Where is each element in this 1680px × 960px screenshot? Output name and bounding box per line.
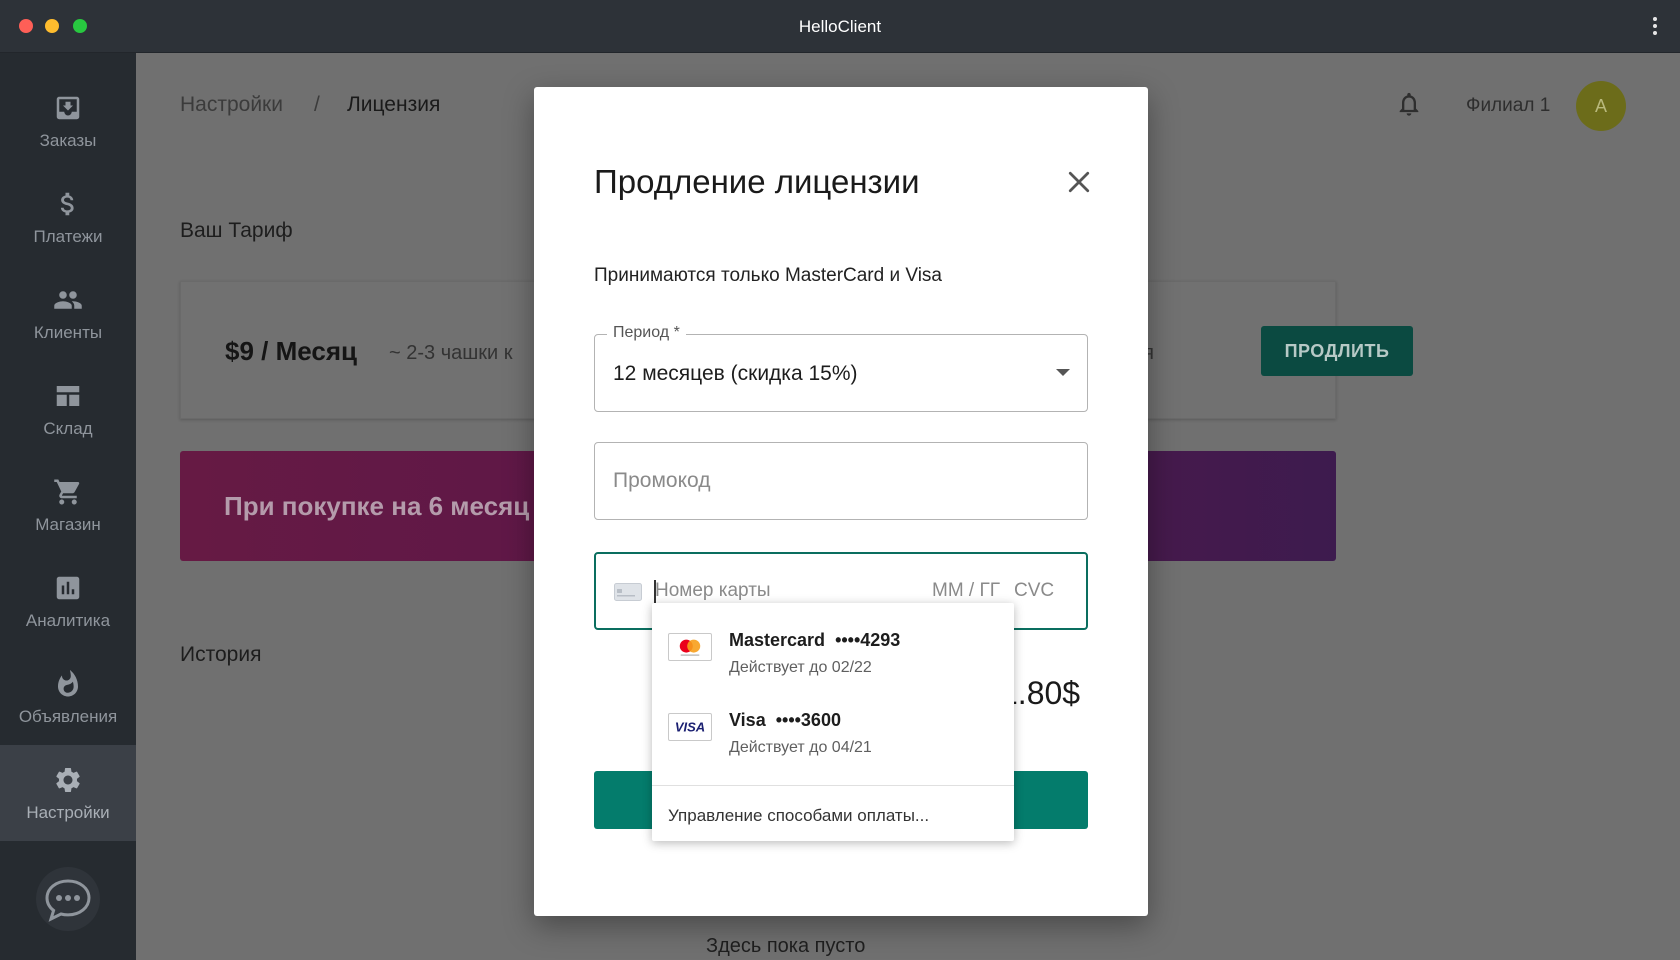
saved-card-validity: Действует до 04/21 (729, 739, 872, 756)
breadcrumb-license: Лицензия (347, 93, 441, 116)
period-value: 12 месяцев (скидка 15%) (613, 362, 858, 385)
mastercard-logo-icon (668, 633, 712, 661)
sidebar-item-label: Заказы (39, 131, 97, 150)
sidebar-item-label: Настройки (26, 803, 110, 822)
sidebar-item-warehouse[interactable]: Склад (0, 361, 136, 457)
card-cvc-placeholder[interactable]: CVC (1014, 580, 1054, 602)
inbox-download-icon (56, 96, 80, 120)
sidebar-item-label: Магазин (35, 515, 101, 534)
breadcrumb-separator: / (314, 93, 320, 116)
period-select[interactable]: Период * 12 месяцев (скидка 15%) (594, 324, 1088, 412)
history-empty-text: Здесь пока пусто (706, 935, 866, 957)
promo-code-placeholder: Промокод (613, 469, 711, 492)
sidebar-item-label: Клиенты (33, 323, 103, 342)
gear-icon (56, 768, 80, 792)
period-label: Период * (607, 324, 686, 342)
manage-payment-methods-link[interactable]: Управление способами оплаты... (668, 806, 929, 826)
saved-card-option[interactable]: Mastercard ••••4293 Действует до 02/22 (652, 603, 1014, 683)
saved-cards-autofill: Mastercard ••••4293 Действует до 02/22 V… (652, 603, 1014, 841)
autofill-divider (652, 785, 1014, 786)
sidebar-item-label: Склад (43, 419, 93, 438)
visa-logo-icon: VISA (668, 713, 712, 741)
sidebar-item-payments[interactable]: Платежи (0, 169, 136, 265)
promo-code-input[interactable]: Промокод (594, 442, 1088, 520)
people-icon (54, 291, 82, 309)
avatar[interactable]: A (1576, 81, 1626, 131)
accepted-cards-note: Принимаются только MasterCard и Visa (594, 265, 942, 286)
tariff-price: $9 / Месяц (225, 336, 357, 366)
sidebar-item-label: Аналитика (25, 611, 111, 630)
breadcrumb-settings[interactable]: Настройки (180, 93, 283, 117)
chat-button[interactable] (36, 867, 100, 931)
sidebar-item-clients[interactable]: Клиенты (0, 265, 136, 361)
dollar-icon (60, 192, 74, 216)
saved-card-validity: Действует до 02/22 (729, 659, 872, 676)
card-expiry-placeholder[interactable]: ММ / ГГ (932, 580, 1000, 602)
card-number-placeholder: Номер карты (655, 580, 771, 601)
renew-button[interactable]: ПРОДЛИТЬ (1261, 326, 1413, 376)
sidebar-item-orders[interactable]: Заказы (0, 73, 136, 169)
app-title: HelloClient (798, 17, 882, 36)
flame-icon (58, 669, 78, 697)
saved-card-brand: Visa ••••3600 (729, 710, 841, 730)
warehouse-table-icon (56, 386, 80, 406)
more-vertical-icon[interactable] (1652, 15, 1658, 37)
tariff-price-note: ~ 2-3 чашки к (389, 342, 513, 364)
sidebar-item-settings[interactable]: Настройки (0, 745, 136, 841)
dialog-title: Продление лицензии (594, 163, 920, 200)
sidebar-item-label: Объявления (18, 707, 118, 726)
bell-icon[interactable] (1395, 89, 1423, 119)
promo-banner-text: При покупке на 6 месяц (224, 491, 530, 521)
sidebar-item-analytics[interactable]: Аналитика (0, 553, 136, 649)
window-titlebar: HelloClient (0, 0, 1680, 53)
tariff-title: Ваш Тариф (180, 219, 293, 242)
svg-text:VISA: VISA (675, 720, 705, 735)
chat-bubble-icon (45, 879, 91, 922)
close-icon[interactable] (1064, 167, 1094, 197)
dropdown-arrow-icon[interactable] (1056, 369, 1070, 376)
history-title: История (180, 643, 262, 666)
sidebar-item-shop[interactable]: Магазин (0, 457, 136, 553)
cart-icon (54, 479, 80, 505)
credit-card-icon (614, 583, 642, 601)
saved-card-brand: Mastercard ••••4293 (729, 630, 901, 650)
bar-chart-icon (56, 576, 80, 600)
sidebar: Заказы Платежи Клиенты Склад Магазин Ана… (0, 53, 136, 960)
branch-selector[interactable]: Филиал 1 (1466, 95, 1550, 117)
sidebar-item-ads[interactable]: Объявления (0, 649, 136, 745)
saved-card-option[interactable]: VISA Visa ••••3600 Действует до 04/21 (652, 683, 1014, 763)
sidebar-item-label: Платежи (33, 227, 103, 246)
